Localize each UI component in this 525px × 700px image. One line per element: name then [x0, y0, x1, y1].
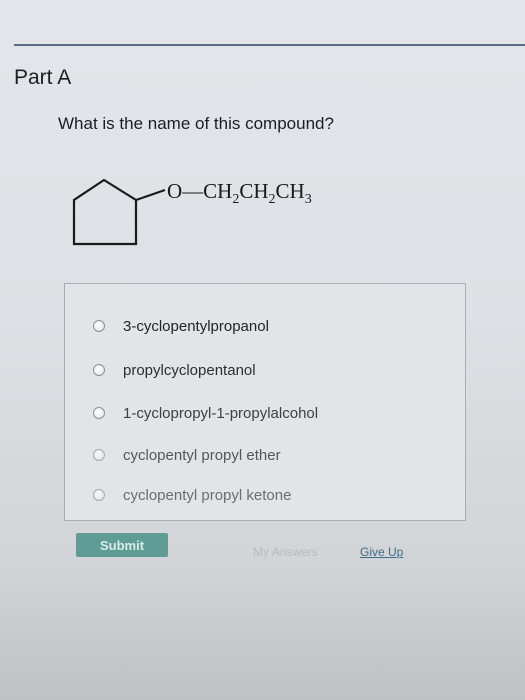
- answer-option[interactable]: cyclopentyl propyl ketone: [93, 484, 291, 506]
- part-title: Part A: [14, 66, 72, 89]
- radio-button[interactable]: [93, 449, 105, 461]
- compound-structure: O—CH2CH2CH3: [68, 168, 348, 263]
- oxygen-atom: O: [167, 179, 182, 203]
- radio-button[interactable]: [93, 489, 105, 501]
- answer-option-label: 1-cyclopropyl-1-propylalcohol: [123, 404, 319, 422]
- ch2-group-2: CH: [239, 179, 268, 203]
- svg-text:O—CH2CH2CH3: O—CH2CH2CH3: [167, 179, 312, 207]
- radio-button[interactable]: [93, 320, 105, 332]
- background-shade: [0, 560, 525, 700]
- answer-option[interactable]: 1-cyclopropyl-1-propylalcohol: [93, 402, 318, 424]
- answer-option-label: 3-cyclopentylpropanol: [123, 317, 269, 335]
- answer-option-label: cyclopentyl propyl ketone: [123, 486, 292, 504]
- question-text: What is the name of this compound?: [58, 114, 334, 133]
- my-answers-link: My Answers: [253, 545, 318, 559]
- submit-button[interactable]: Submit: [76, 533, 168, 557]
- ch2-group-1: CH: [203, 179, 232, 203]
- ch2-subscript-2: 2: [269, 192, 276, 207]
- radio-button[interactable]: [93, 364, 105, 376]
- cyclopentane-ring: [72, 178, 138, 246]
- give-up-link[interactable]: Give Up: [360, 545, 403, 559]
- answer-option[interactable]: cyclopentyl propyl ether: [93, 444, 281, 466]
- answer-option-label: cyclopentyl propyl ether: [123, 446, 281, 464]
- header-divider: [14, 44, 525, 46]
- answer-option-label: propylcyclopentanol: [123, 361, 256, 379]
- ring-to-oxygen-bond: [135, 189, 166, 201]
- ch3-subscript: 3: [305, 192, 312, 207]
- compound-structure-drawing: O—CH2CH2CH3: [72, 178, 312, 246]
- answer-option[interactable]: propylcyclopentanol: [93, 359, 256, 381]
- oxygen-carbon-bond: —: [181, 179, 204, 203]
- radio-button[interactable]: [93, 407, 105, 419]
- answer-options-box: 3-cyclopentylpropanol propylcyclopentano…: [64, 283, 466, 521]
- answer-option[interactable]: 3-cyclopentylpropanol: [93, 315, 269, 337]
- ch3-group: CH: [276, 179, 305, 203]
- ch2-subscript-1: 2: [232, 192, 239, 207]
